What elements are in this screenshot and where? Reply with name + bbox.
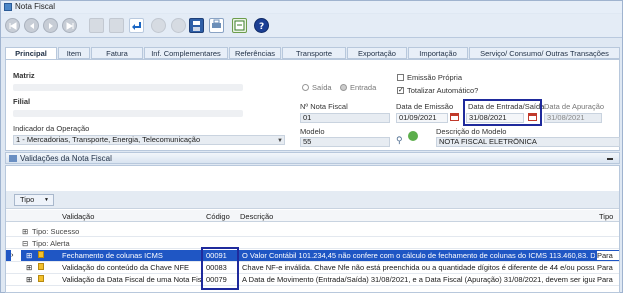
app-icon [4,3,12,11]
calendar-icon[interactable] [450,113,459,121]
group-chip-label: Tipo [20,195,35,204]
group-chip-tipo[interactable]: Tipo ▼ [14,194,54,206]
indicador-label: Indicador da Operação [13,124,90,133]
descricao-modelo-label: Descrição do Modelo [436,127,507,136]
group-row-sucesso[interactable]: ⊞ Tipo: Sucesso [6,226,619,237]
save-icon[interactable] [189,18,204,33]
undo-icon[interactable] [129,18,144,33]
nota-fiscal-window: Nota Fiscal ? Principal Item Fatura Inf.… [0,0,623,293]
cell-validacao: Fechamento de colunas ICMS [62,251,163,260]
highlight-box [463,99,542,126]
toolbar: ? [1,14,622,38]
first-icon[interactable] [5,18,20,33]
col-descricao[interactable]: Descrição [240,212,273,221]
tab-strip: Principal Item Fatura Inf. Complementare… [5,47,620,60]
filial-label: Filial [13,97,31,106]
help-icon[interactable]: ? [254,18,269,33]
totalizar-checkbox[interactable]: ✓ [397,87,404,94]
tab-item[interactable]: Item [58,47,90,59]
tab-fatura[interactable]: Fatura [91,47,143,59]
last-icon[interactable] [62,18,77,33]
data-apuracao-field[interactable]: 31/08/2021 [544,113,602,123]
indicador-select[interactable]: 1 - Mercadorias, Transporte, Energia, Te… [13,135,285,145]
data-emissao-field[interactable]: 01/09/2021 [396,113,448,123]
nf-label: Nº Nota Fiscal [300,102,348,111]
data-apuracao-label: Data de Apuração [544,102,605,111]
edit-icon[interactable] [109,18,124,33]
prev-icon[interactable] [24,18,39,33]
cell-tipo: Para [597,263,613,272]
modelo-label: Modelo [300,127,325,136]
totalizar-label: Totalizar Automático? [407,86,479,95]
validacoes-grid: Tipo ▼ Validação Código Descrição Tipo ⊞ … [5,165,620,293]
tab-inf-complementares[interactable]: Inf. Complementares [144,47,228,59]
chevron-down-icon[interactable]: ▼ [44,195,49,205]
column-header: Validação Código Descrição Tipo [6,210,619,222]
matriz-label: Matriz [13,71,35,80]
model-status-icon [408,131,418,141]
descricao-modelo-field[interactable]: NOTA FISCAL ELETRÔNICA [436,137,620,147]
col-validacao[interactable]: Validação [62,212,94,221]
search-icon[interactable]: ⚲ [396,135,403,146]
entrada-radio[interactable] [340,84,347,91]
next-icon[interactable] [43,18,58,33]
expand-icon[interactable]: ⊞ [26,263,32,272]
collapse-icon[interactable]: ⊟ [22,239,28,248]
new-icon[interactable] [89,18,104,33]
nf-field[interactable]: 01 [300,113,390,123]
window-title: Nota Fiscal [15,2,56,11]
cell-descricao: A Data de Movimento (Entrada/Saída) 31/0… [242,275,595,284]
cell-tipo: Para [597,251,619,260]
col-tipo[interactable]: Tipo [599,212,613,221]
cell-descricao: O Valor Contábil 101.234,45 não confere … [242,251,595,260]
group-label: Tipo: Alerta [32,239,70,248]
validacoes-title: Validações da Nota Fiscal [20,154,112,163]
print-icon[interactable] [209,18,224,33]
warning-icon [38,263,44,270]
form-principal: Matriz Filial Saída Entrada Emissão Próp… [5,59,620,151]
modelo-field[interactable]: 55 [300,137,390,147]
group-label: Tipo: Sucesso [32,227,80,236]
saida-label: Saída [312,83,332,92]
emissao-propria-checkbox[interactable] [397,74,404,81]
highlight-box [201,247,239,290]
tab-exportacao[interactable]: Exportação [347,47,407,59]
data-emissao-label: Data de Emissão [396,102,454,111]
emissao-propria-label: Emissão Própria [407,73,463,82]
cell-descricao: Chave NF-e inválida. Chave Nfe não está … [242,263,595,272]
group-row-alerta[interactable]: ⊟ Tipo: Alerta [6,238,619,249]
saida-radio[interactable] [302,84,309,91]
table-row[interactable]: ⊞ Validação da Data Fiscal de uma Nota F… [6,274,619,286]
row-pointer-icon: › [11,250,21,261]
title-bar: Nota Fiscal [1,1,622,13]
expand-icon[interactable]: ⊞ [26,275,32,284]
delete-icon[interactable] [171,18,186,33]
chevron-down-icon[interactable]: ▼ [277,138,283,144]
grid-icon [9,155,17,162]
table-row[interactable]: ⊞ Validação do conteúdo da Chave NFE 000… [6,262,619,274]
warning-icon [38,251,44,258]
tab-importacao[interactable]: Importação [408,47,468,59]
col-codigo[interactable]: Código [206,212,230,221]
tab-servico-consumo[interactable]: Serviço/ Consumo/ Outras Transações [469,47,620,59]
expand-icon[interactable]: ⊞ [26,251,32,260]
warning-icon [38,275,44,282]
expand-icon[interactable]: ⊞ [22,227,28,236]
entrada-label: Entrada [350,83,377,92]
validacoes-header[interactable]: Validações da Nota Fiscal [5,152,620,164]
group-by-bar: Tipo ▼ [6,191,619,209]
collapse-icon[interactable] [607,158,613,160]
matriz-value [13,84,243,91]
cancel-icon[interactable] [151,18,166,33]
tab-referencias[interactable]: Referências [229,47,281,59]
table-row[interactable]: › ⊞ Fechamento de colunas ICMS 00091 O V… [6,250,619,262]
cell-tipo: Para [597,275,613,284]
export-icon[interactable] [232,18,247,33]
svg-text:?: ? [259,22,264,32]
tab-transporte[interactable]: Transporte [282,47,346,59]
cell-validacao: Validação do conteúdo da Chave NFE [62,263,190,272]
cell-validacao: Validação da Data Fiscal de uma Nota Fis… [62,275,202,284]
filial-value [13,110,243,117]
